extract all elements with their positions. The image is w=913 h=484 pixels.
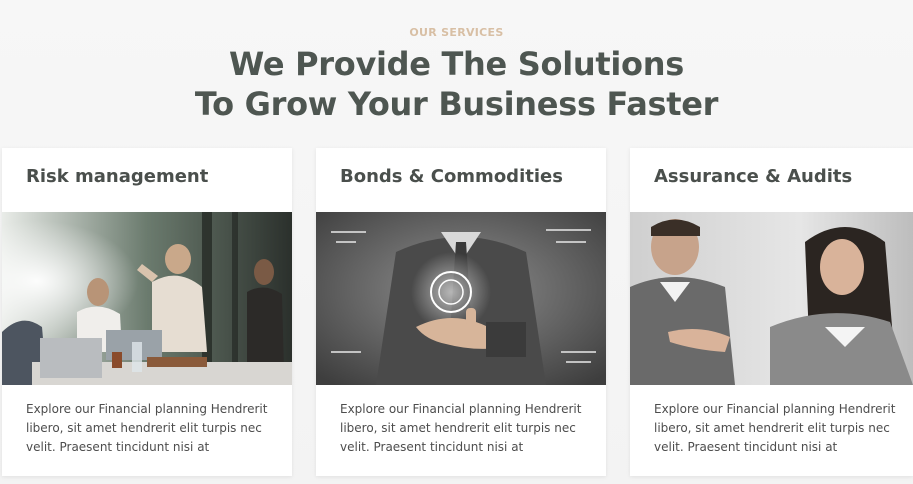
card-image-office-team[interactable] [2,212,292,385]
headline-line-2: To Grow Your Business Faster [194,85,719,123]
card-description: Explore our Financial planning Hendrerit… [340,402,582,454]
service-card-bonds-commodities[interactable]: Bonds & Commodities Explore our Financia… [316,148,606,476]
card-description: Explore our Financial planning Hendrerit… [26,402,268,454]
card-title[interactable]: Bonds & Commodities [340,166,563,187]
service-card-assurance-audits[interactable]: Assurance & Audits Explore our Financial… [630,148,913,476]
card-title[interactable]: Assurance & Audits [654,166,852,187]
services-section: OUR SERVICES We Provide The Solutions To… [0,0,913,484]
section-eyebrow: OUR SERVICES [409,26,504,39]
card-title[interactable]: Risk management [26,166,208,187]
service-card-risk-management[interactable]: Risk management Explore our Financial pl… [2,148,292,476]
service-cards: Risk management Explore our Financial pl… [2,148,913,478]
card-image-colleagues[interactable] [630,212,913,385]
card-description: Explore our Financial planning Hendrerit… [654,402,896,454]
headline-line-1: We Provide The Solutions [229,45,684,83]
card-image-digital-interface[interactable] [316,212,606,385]
section-headline: We Provide The Solutions To Grow Your Bu… [0,44,913,124]
